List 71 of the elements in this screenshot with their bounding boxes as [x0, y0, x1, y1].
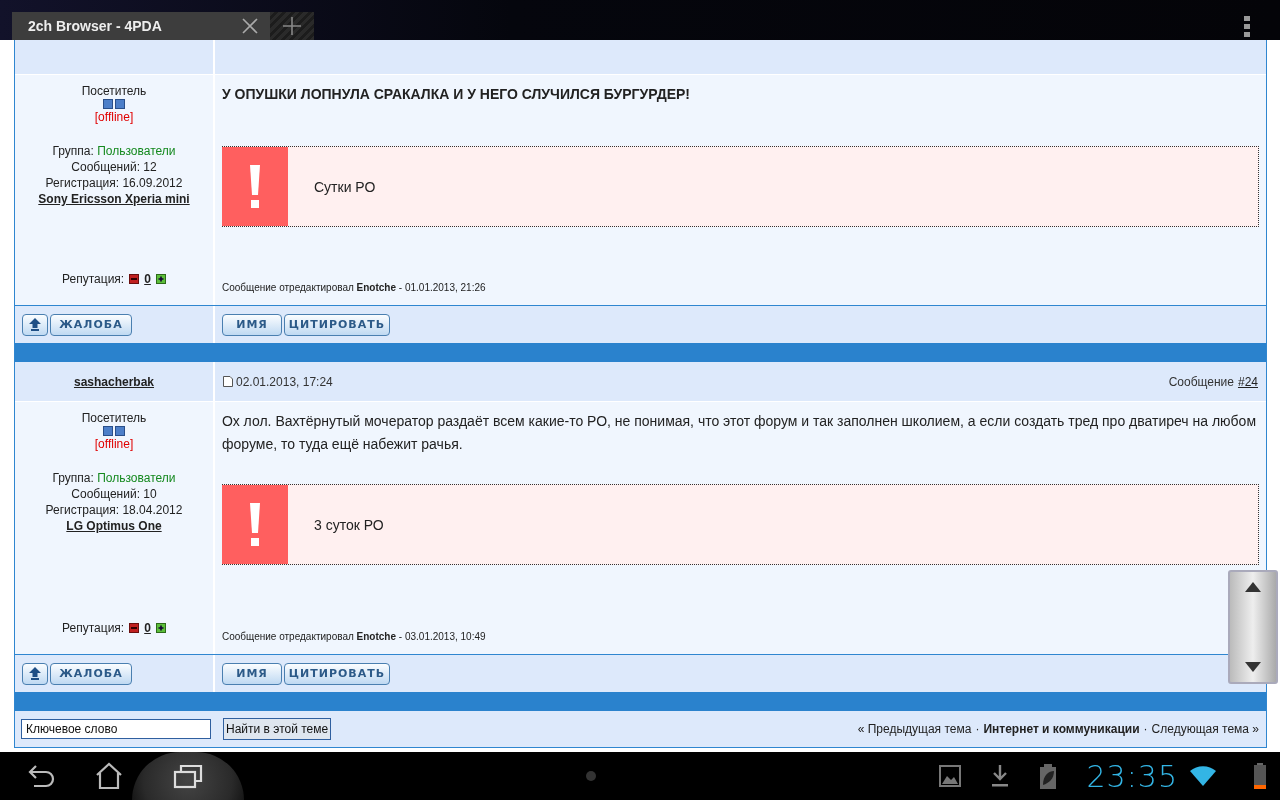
separator-dot: ·	[1143, 722, 1148, 736]
device-link[interactable]: LG Optimus One	[66, 518, 162, 534]
scroll-top-button[interactable]	[22, 662, 48, 685]
tab-title: 2ch Browser - 4PDA	[28, 18, 162, 34]
clock: 23:35	[1086, 758, 1178, 794]
scroll-top-button[interactable]	[22, 313, 48, 336]
edit-note: Сообщение отредактировал Enotche - 01.01.2013, 21:26	[222, 282, 487, 293]
download-icon[interactable]	[990, 765, 1009, 787]
user-rank: Посетитель	[81, 83, 147, 99]
rank-squares-icon	[103, 426, 125, 436]
warning-icon	[222, 147, 288, 226]
notice-text: Сутки РО	[314, 178, 376, 195]
author-link[interactable]: sashacherbak	[73, 374, 155, 389]
separator-dot: ·	[975, 722, 980, 736]
close-icon[interactable]	[242, 18, 258, 34]
up-arrow-icon	[29, 318, 41, 331]
user-group: Группа: Пользователи	[52, 470, 176, 486]
reputation-label: Репутация:	[62, 271, 125, 287]
online-status: [offline]	[94, 436, 134, 452]
dot-icon	[586, 771, 597, 781]
name-button[interactable]: ИМЯ	[222, 313, 282, 336]
new-tab-button[interactable]	[270, 12, 314, 40]
edit-note: Сообщение отредактировал Enotche - 03.01.2013, 10:49	[222, 631, 487, 642]
online-status: [offline]	[94, 109, 134, 125]
category-link[interactable]: Интернет и коммуникации	[983, 722, 1140, 736]
back-icon[interactable]	[26, 764, 56, 788]
menu-icon[interactable]	[1244, 16, 1250, 38]
up-arrow-icon[interactable]	[1245, 582, 1261, 592]
registration-date: Регистрация: 18.04.2012	[45, 502, 183, 518]
plus-icon[interactable]	[155, 274, 166, 284]
document-icon	[223, 376, 233, 387]
up-arrow-icon	[29, 667, 41, 680]
post-date: 02.01.2013, 17:24	[236, 374, 333, 389]
warning-icon	[222, 485, 288, 564]
plus-icon[interactable]	[155, 623, 166, 633]
post-number-label: Сообщение	[1168, 374, 1234, 389]
recent-apps-icon	[173, 763, 203, 789]
topic-nav-link[interactable]: Следующая тема »	[1151, 722, 1259, 736]
quote-button[interactable]: ЦИТИРОВАТЬ	[284, 313, 390, 336]
image-icon[interactable]	[938, 765, 961, 787]
home-icon[interactable]	[94, 762, 124, 790]
minus-icon[interactable]	[129, 623, 140, 633]
registration-date: Регистрация: 16.09.2012	[45, 175, 183, 191]
user-rank: Посетитель	[81, 410, 147, 426]
user-group: Группа: Пользователи	[52, 143, 176, 159]
reputation-label: Репутация:	[62, 620, 125, 636]
notice-text: 3 суток РО	[314, 516, 384, 533]
post-text: У ОПУШКИ ЛОПНУЛА СРАКАЛКА И У НЕГО СЛУЧИЛСЯ БУРГУРДЕР!	[222, 85, 691, 104]
search-topic-button[interactable]: Найти в этой теме	[223, 718, 332, 740]
topic-nav-link[interactable]: « Предыдущая тема	[857, 722, 972, 736]
message-count: Сообщений: 10	[71, 486, 157, 502]
device-link[interactable]: Sony Ericsson Xperia mini	[38, 191, 190, 207]
report-button[interactable]: ЖАЛОБА	[50, 313, 132, 336]
reputation-value[interactable]: 0	[144, 271, 151, 287]
quote-button[interactable]: ЦИТИРОВАТЬ	[284, 662, 390, 685]
post-number-link[interactable]: #24	[1237, 374, 1258, 389]
minus-icon[interactable]	[129, 274, 140, 284]
message-count: Сообщений: 12	[71, 159, 157, 175]
browser-tab[interactable]: 2ch Browser - 4PDA	[12, 12, 270, 40]
scroll-control[interactable]	[1228, 570, 1278, 684]
plus-icon	[283, 17, 301, 35]
down-arrow-icon[interactable]	[1245, 662, 1261, 672]
report-button[interactable]: ЖАЛОБА	[50, 662, 132, 685]
battery-leaf-icon[interactable]	[1038, 763, 1057, 789]
keyword-field[interactable]: Ключевое слово	[21, 719, 211, 739]
reputation-value[interactable]: 0	[144, 620, 151, 636]
battery-icon	[1254, 763, 1266, 789]
name-button[interactable]: ИМЯ	[222, 662, 282, 685]
wifi-icon	[1190, 766, 1216, 786]
rank-squares-icon	[103, 99, 125, 109]
post-text: Ох лол. Вахтёрнутый мочератор раздаёт всем какие-то РО, не понимая, что этот форум и так заполнен школием, а если создать тред про дватиреч на любом форуме, то туда ещё набежит рачья.	[222, 412, 1257, 454]
